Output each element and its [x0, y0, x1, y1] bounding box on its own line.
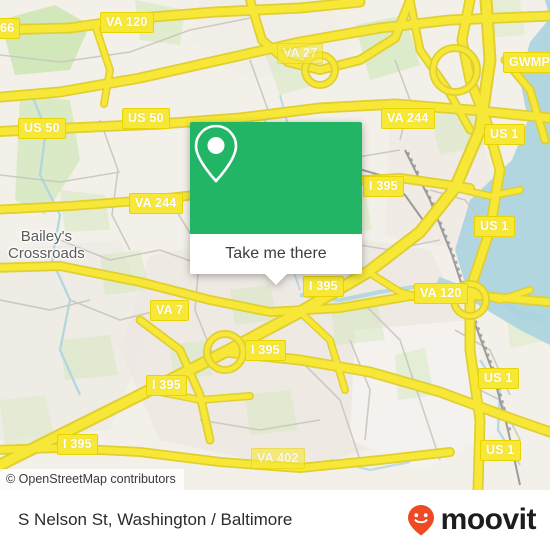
road-shield: I 395: [363, 176, 404, 197]
popup-footer[interactable]: Take me there: [190, 234, 362, 285]
moovit-smile-pin-icon: [407, 505, 434, 536]
road-shield: 66: [0, 18, 21, 39]
moovit-map-screenshot: 66 VA 120 VA 27 GWMP US 50 VA 244 US 50 US 1 I 3…: [0, 0, 550, 550]
road-shield: VA 120: [414, 283, 468, 304]
road-shield: I 395: [57, 434, 98, 455]
road-shield: US 1: [474, 216, 515, 237]
popup-header: [190, 122, 362, 234]
road-shield: VA 120: [100, 12, 154, 33]
road-shield: GWMP: [503, 52, 550, 73]
destination-popup[interactable]: Take me there: [190, 122, 362, 285]
road-shield: I 395: [245, 340, 286, 361]
road-shield: US 50: [122, 108, 170, 129]
moovit-brand[interactable]: moovit: [404, 503, 537, 537]
road-shield: US 1: [484, 124, 525, 145]
road-shield: VA 244: [129, 193, 183, 214]
moovit-wordmark: moovit: [440, 503, 537, 536]
take-me-there-button[interactable]: Take me there: [225, 245, 326, 263]
place-label: Bailey's Crossroads: [8, 228, 85, 262]
road-shield: US 1: [480, 440, 521, 461]
road-shield: I 395: [303, 276, 344, 297]
road-shield: I 395: [146, 375, 187, 396]
road-shield: VA 27: [277, 43, 324, 64]
footer-bar: S Nelson St, Washington / Baltimore moov…: [0, 490, 550, 550]
road-shield: US 1: [478, 368, 519, 389]
road-shield: VA 7: [150, 300, 190, 321]
popup-tail-pointer: [265, 274, 287, 285]
road-shield: VA 244: [381, 108, 435, 129]
road-shield: VA 402: [251, 448, 305, 469]
road-shield: US 50: [18, 118, 66, 139]
location-title: S Nelson St, Washington / Baltimore: [18, 510, 293, 529]
osm-attribution[interactable]: © OpenStreetMap contributors: [0, 469, 184, 490]
map-pin-icon: [194, 124, 238, 183]
map-canvas[interactable]: 66 VA 120 VA 27 GWMP US 50 VA 244 US 50 US 1 I 3…: [0, 0, 550, 490]
